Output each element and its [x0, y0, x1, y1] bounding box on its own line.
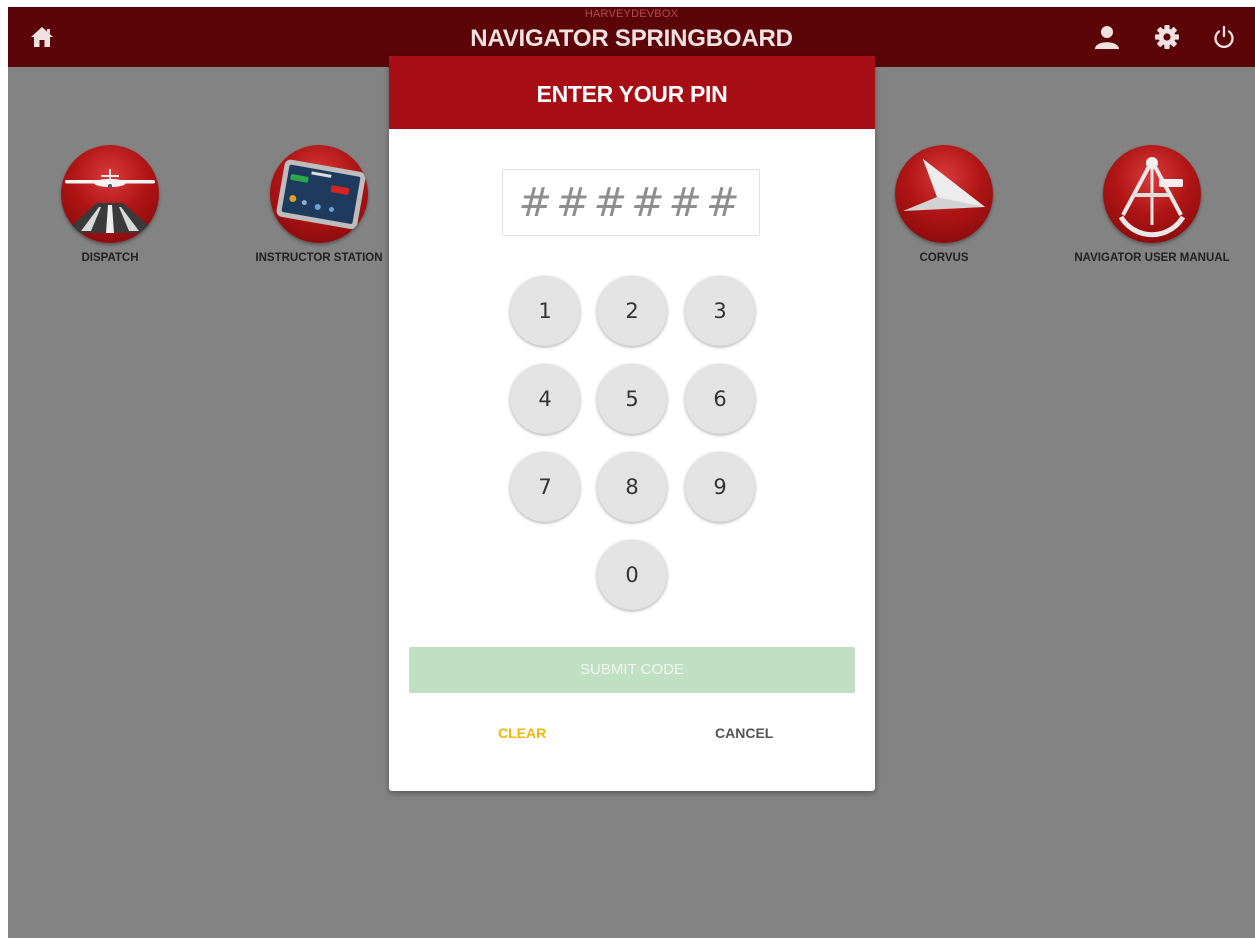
dialog-title: ENTER YOUR PIN — [389, 56, 875, 129]
app-label: CORVUS — [919, 252, 969, 264]
pin-dialog: ENTER YOUR PIN ###### 1 2 3 4 5 6 7 8 9 … — [389, 56, 875, 791]
sextant-icon — [1103, 145, 1201, 243]
keypad-key-0[interactable]: 0 — [597, 540, 667, 610]
user-icon[interactable] — [1094, 24, 1120, 50]
submit-code-button[interactable]: SUBMIT CODE — [409, 647, 855, 693]
keypad-key-3[interactable]: 3 — [685, 276, 755, 346]
keypad-key-8[interactable]: 8 — [597, 452, 667, 522]
app-tile-instructor-station[interactable]: INSTRUCTOR STATION — [239, 145, 399, 264]
hostname-label: HARVEYDEVBOX — [584, 8, 679, 20]
gear-icon[interactable] — [1154, 24, 1180, 50]
tablet-icon — [270, 145, 368, 243]
app-tile-dispatch[interactable]: DISPATCH — [30, 145, 190, 264]
app-tile-corvus[interactable]: CORVUS — [864, 145, 1024, 264]
app-title: NAVIGATOR SPRINGBOARD — [470, 25, 793, 52]
app-label: INSTRUCTOR STATION — [255, 252, 383, 264]
home-icon[interactable] — [29, 24, 55, 50]
keypad-key-5[interactable]: 5 — [597, 364, 667, 434]
clear-button[interactable]: CLEAR — [498, 725, 546, 741]
app-label: NAVIGATOR USER MANUAL — [1074, 252, 1230, 264]
keypad-key-2[interactable]: 2 — [597, 276, 667, 346]
corvus-arrow-icon — [895, 145, 993, 243]
app-tile-navigator-user-manual[interactable]: NAVIGATOR USER MANUAL — [1072, 145, 1232, 264]
keypad-key-7[interactable]: 7 — [510, 452, 580, 522]
pin-input[interactable]: ###### — [502, 169, 760, 236]
power-icon[interactable] — [1211, 24, 1237, 50]
cancel-button[interactable]: CANCEL — [715, 725, 773, 741]
app-frame: HARVEYDEVBOX NAVIGATOR SPRINGBOARD DISPA… — [8, 7, 1255, 938]
keypad-key-4[interactable]: 4 — [510, 364, 580, 434]
keypad-key-6[interactable]: 6 — [685, 364, 755, 434]
app-label: DISPATCH — [81, 252, 139, 264]
airplane-runway-icon — [61, 145, 159, 243]
keypad-key-1[interactable]: 1 — [510, 276, 580, 346]
keypad-key-9[interactable]: 9 — [685, 452, 755, 522]
